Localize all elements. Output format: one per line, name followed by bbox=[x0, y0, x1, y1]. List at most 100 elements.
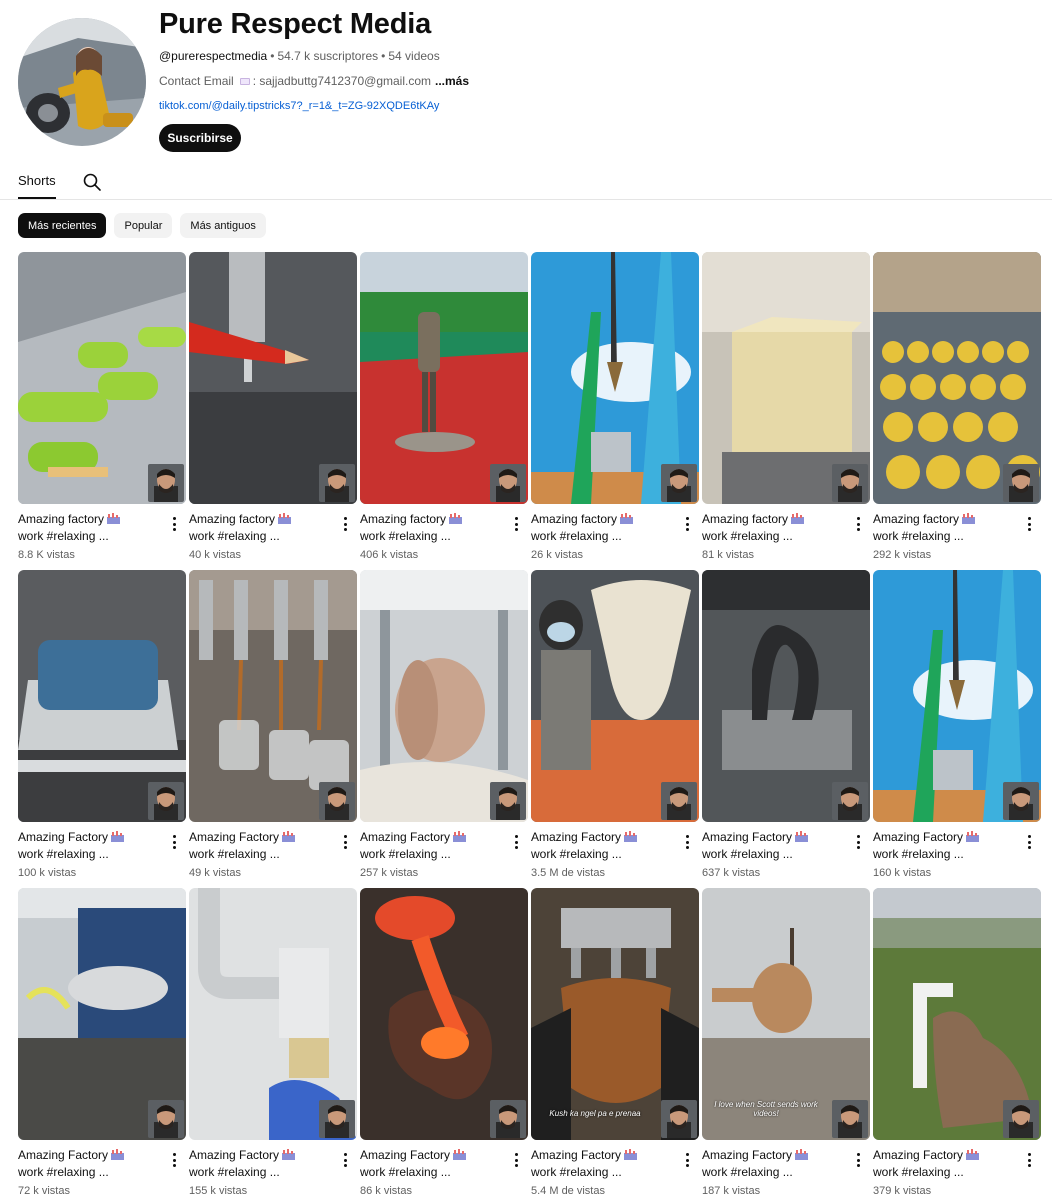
short-card[interactable]: Amazing Factory work #relaxing ... 72 k vi… bbox=[18, 888, 186, 1196]
more-options-icon[interactable] bbox=[1025, 1152, 1033, 1168]
chip-oldest[interactable]: Más antiguos bbox=[180, 213, 266, 238]
short-title[interactable]: Amazing Factory work #relaxing ... bbox=[873, 1147, 1013, 1181]
short-card[interactable]: Amazing factory work #relaxing ... 292 k v… bbox=[873, 252, 1041, 570]
short-thumbnail[interactable] bbox=[702, 252, 870, 504]
short-thumbnail[interactable] bbox=[18, 570, 186, 822]
short-thumbnail[interactable]: I love when Scott sends work videos! bbox=[702, 888, 870, 1140]
short-title[interactable]: Amazing Factory work #relaxing ... bbox=[18, 829, 158, 863]
short-card[interactable]: Amazing Factory work #relaxing ... 379 k v… bbox=[873, 888, 1041, 1196]
short-title[interactable]: Amazing factory work #relaxing ... bbox=[18, 511, 158, 545]
short-card[interactable]: Amazing Factory work #relaxing ... 160 k v… bbox=[873, 570, 1041, 888]
view-count: 155 k vistas bbox=[189, 1185, 248, 1196]
chip-popular[interactable]: Popular bbox=[114, 213, 173, 238]
short-title[interactable]: Amazing factory work #relaxing ... bbox=[189, 511, 329, 545]
short-thumbnail[interactable] bbox=[360, 888, 528, 1140]
channel-link[interactable]: tiktok.com/@daily.tipstricks7?_r=1&_t=ZG… bbox=[159, 100, 439, 112]
short-thumbnail[interactable] bbox=[360, 252, 528, 504]
more-options-icon[interactable] bbox=[341, 516, 349, 532]
channel-description[interactable]: Contact Email: sajjadbuttg7412370@gmail.… bbox=[159, 74, 469, 88]
short-thumbnail[interactable] bbox=[18, 252, 186, 504]
short-card[interactable]: Amazing Factory work #relaxing ... 257 k v… bbox=[360, 570, 528, 888]
short-card[interactable]: I love when Scott sends work videos! Amaz… bbox=[702, 888, 870, 1196]
more-options-icon[interactable] bbox=[512, 834, 520, 850]
short-title-line2: work #relaxing ... bbox=[189, 529, 280, 543]
short-card[interactable]: Amazing factory work #relaxing ... 40 k vi… bbox=[189, 252, 357, 570]
short-title[interactable]: Amazing Factory work #relaxing ... bbox=[189, 1147, 329, 1181]
short-title[interactable]: Amazing Factory work #relaxing ... bbox=[531, 1147, 671, 1181]
contact-email: : sajjadbuttg7412370@gmail.com bbox=[252, 74, 431, 88]
more-options-icon[interactable] bbox=[683, 834, 691, 850]
short-title[interactable]: Amazing Factory work #relaxing ... bbox=[189, 829, 329, 863]
short-card[interactable]: Amazing Factory work #relaxing ... 155 k v… bbox=[189, 888, 357, 1196]
more-options-icon[interactable] bbox=[341, 834, 349, 850]
chip-recent[interactable]: Más recientes bbox=[18, 213, 107, 238]
more-options-icon[interactable] bbox=[1025, 834, 1033, 850]
short-title-line2: work #relaxing ... bbox=[18, 1165, 109, 1179]
more-options-icon[interactable] bbox=[1025, 516, 1033, 532]
short-card[interactable]: Amazing factory work #relaxing ... 8.8 K v… bbox=[18, 252, 186, 570]
short-card[interactable]: Amazing Factory work #relaxing ... 86 k vi… bbox=[360, 888, 528, 1196]
short-title[interactable]: Amazing Factory work #relaxing ... bbox=[360, 1147, 500, 1181]
short-title-line2: work #relaxing ... bbox=[531, 1165, 622, 1179]
short-thumbnail[interactable]: Kush ka ngel pa e prenaa bbox=[531, 888, 699, 1140]
short-thumbnail[interactable] bbox=[360, 570, 528, 822]
short-thumbnail[interactable] bbox=[189, 252, 357, 504]
short-thumbnail[interactable] bbox=[531, 252, 699, 504]
short-card[interactable]: Amazing Factory work #relaxing ... 3.5 M d… bbox=[531, 570, 699, 888]
factory-emoji-icon bbox=[962, 512, 976, 524]
short-thumbnail[interactable] bbox=[189, 888, 357, 1140]
view-count: 40 k vistas bbox=[189, 549, 241, 561]
short-title[interactable]: Amazing Factory work #relaxing ... bbox=[18, 1147, 158, 1181]
short-title-line1: Amazing Factory bbox=[189, 1148, 280, 1162]
creator-face-inset bbox=[148, 1100, 184, 1138]
more-options-icon[interactable] bbox=[170, 516, 178, 532]
short-title[interactable]: Amazing factory work #relaxing ... bbox=[702, 511, 842, 545]
more-options-icon[interactable] bbox=[854, 1152, 862, 1168]
factory-emoji-icon bbox=[449, 512, 463, 524]
short-thumbnail[interactable] bbox=[18, 888, 186, 1140]
more-options-icon[interactable] bbox=[683, 1152, 691, 1168]
short-card[interactable]: Amazing factory work #relaxing ... 406 k v… bbox=[360, 252, 528, 570]
short-card[interactable]: Amazing Factory work #relaxing ... 637 k v… bbox=[702, 570, 870, 888]
factory-emoji-icon bbox=[620, 512, 634, 524]
view-count: 292 k vistas bbox=[873, 549, 932, 561]
more-options-icon[interactable] bbox=[341, 1152, 349, 1168]
short-card[interactable]: Amazing factory work #relaxing ... 26 k vi… bbox=[531, 252, 699, 570]
short-title[interactable]: Amazing Factory work #relaxing ... bbox=[360, 829, 500, 863]
view-count: 406 k vistas bbox=[360, 549, 419, 561]
creator-face-inset bbox=[1003, 782, 1039, 820]
short-title[interactable]: Amazing factory work #relaxing ... bbox=[873, 511, 1013, 545]
tab-shorts[interactable]: Shorts bbox=[18, 173, 56, 188]
more-options-icon[interactable] bbox=[512, 516, 520, 532]
more-options-icon[interactable] bbox=[170, 1152, 178, 1168]
channel-avatar[interactable] bbox=[18, 18, 146, 146]
short-card[interactable]: Amazing Factory work #relaxing ... 49 k vi… bbox=[189, 570, 357, 888]
more-options-icon[interactable] bbox=[854, 516, 862, 532]
short-thumbnail[interactable] bbox=[873, 570, 1041, 822]
subscribe-button[interactable]: Suscribirse bbox=[159, 124, 241, 152]
short-thumbnail[interactable] bbox=[702, 570, 870, 822]
short-title[interactable]: Amazing Factory work #relaxing ... bbox=[873, 829, 1013, 863]
short-title[interactable]: Amazing Factory work #relaxing ... bbox=[531, 829, 671, 863]
more-link[interactable]: ...más bbox=[435, 74, 469, 88]
search-icon[interactable] bbox=[82, 172, 102, 192]
short-card[interactable]: Kush ka ngel pa e prenaa Amazing Factory w… bbox=[531, 888, 699, 1196]
short-title[interactable]: Amazing Factory work #relaxing ... bbox=[702, 1147, 842, 1181]
more-options-icon[interactable] bbox=[854, 834, 862, 850]
more-options-icon[interactable] bbox=[512, 1152, 520, 1168]
short-card[interactable]: Amazing Factory work #relaxing ... 100 k v… bbox=[18, 570, 186, 888]
short-thumbnail[interactable] bbox=[189, 570, 357, 822]
creator-face-inset bbox=[148, 782, 184, 820]
short-card[interactable]: Amazing factory work #relaxing ... 81 k vi… bbox=[702, 252, 870, 570]
thumbnail-caption: I love when Scott sends work videos! bbox=[714, 1100, 818, 1118]
short-title-line2: work #relaxing ... bbox=[702, 847, 793, 861]
short-title-line2: work #relaxing ... bbox=[873, 847, 964, 861]
short-thumbnail[interactable] bbox=[531, 570, 699, 822]
short-title[interactable]: Amazing Factory work #relaxing ... bbox=[702, 829, 842, 863]
more-options-icon[interactable] bbox=[170, 834, 178, 850]
short-thumbnail[interactable] bbox=[873, 252, 1041, 504]
short-title[interactable]: Amazing factory work #relaxing ... bbox=[360, 511, 500, 545]
short-thumbnail[interactable] bbox=[873, 888, 1041, 1140]
short-title[interactable]: Amazing factory work #relaxing ... bbox=[531, 511, 671, 545]
more-options-icon[interactable] bbox=[683, 516, 691, 532]
